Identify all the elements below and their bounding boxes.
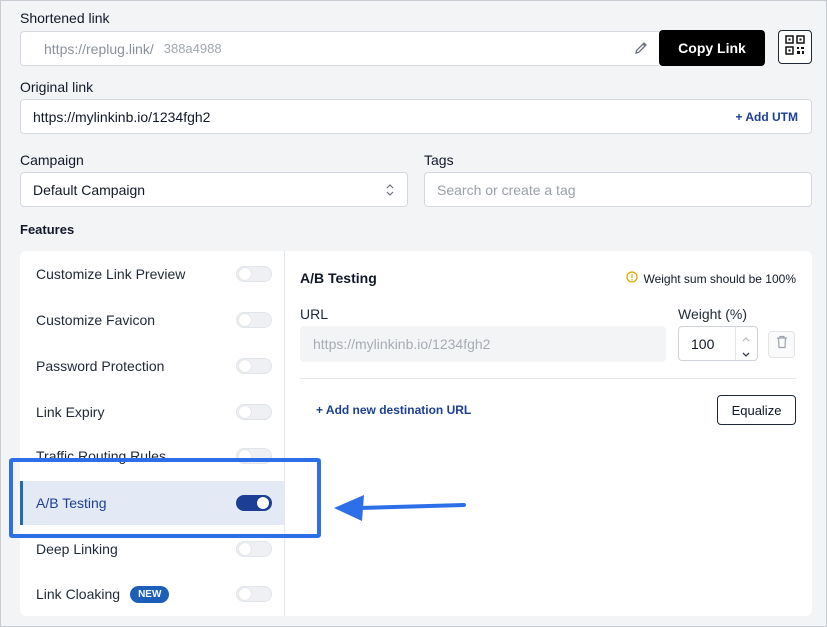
feature-label: Link Cloaking xyxy=(36,586,121,602)
campaign-label: Campaign xyxy=(20,152,84,168)
destination-url-input[interactable]: https://mylinkinb.io/1234fgh2 xyxy=(300,326,666,362)
toggle-switch[interactable] xyxy=(236,586,272,602)
trash-icon xyxy=(775,335,789,354)
toggle-switch[interactable] xyxy=(236,541,272,557)
stepper-down-icon[interactable] xyxy=(741,346,751,364)
original-link-value: https://mylinkinb.io/1234fgh2 xyxy=(33,108,211,125)
add-utm-link[interactable]: + Add UTM xyxy=(735,110,798,124)
warning-text: Weight sum should be 100% xyxy=(643,271,796,286)
features-divider xyxy=(284,251,285,616)
original-link-label: Original link xyxy=(20,79,94,95)
add-destination-link[interactable]: + Add new destination URL xyxy=(316,403,471,417)
shortened-slug[interactable]: 388a4988 xyxy=(164,41,222,56)
tags-label: Tags xyxy=(424,152,454,168)
feature-label: Password Protection xyxy=(36,358,165,374)
ab-divider xyxy=(300,378,796,379)
feature-link-expiry[interactable]: Link Expiry xyxy=(20,391,284,433)
shortened-link-label: Shortened link xyxy=(20,10,110,26)
feature-label: Customize Favicon xyxy=(36,312,156,328)
toggle-switch[interactable] xyxy=(236,404,272,420)
features-heading: Features xyxy=(20,222,75,237)
tags-placeholder: Search or create a tag xyxy=(437,181,576,198)
campaign-select[interactable]: Default Campaign xyxy=(20,172,408,207)
feature-customize-favicon[interactable]: Customize Favicon xyxy=(20,299,284,341)
equalize-button[interactable]: Equalize xyxy=(717,395,796,425)
feature-password-protection[interactable]: Password Protection xyxy=(20,345,284,387)
original-link-input[interactable]: https://mylinkinb.io/1234fgh2 + Add UTM xyxy=(20,99,812,134)
link-settings-panel: Shortened link https://replug.link/ 388a… xyxy=(0,0,827,627)
delete-destination-button[interactable] xyxy=(768,331,795,358)
url-label: URL xyxy=(300,306,329,322)
toggle-switch[interactable] xyxy=(236,358,272,374)
new-badge: NEW xyxy=(130,585,170,603)
qr-code-button[interactable] xyxy=(778,30,812,64)
highlight-box xyxy=(9,458,321,538)
feature-customize-link-preview[interactable]: Customize Link Preview xyxy=(20,253,284,295)
weight-stepper[interactable]: 100 xyxy=(678,326,758,361)
toggle-switch[interactable] xyxy=(236,312,272,328)
edit-pencil-icon[interactable] xyxy=(633,40,649,59)
feature-label: Link Expiry xyxy=(36,404,105,420)
destination-url-placeholder: https://mylinkinb.io/1234fgh2 xyxy=(313,336,491,352)
qr-code-icon xyxy=(785,34,805,60)
ab-testing-title: A/B Testing xyxy=(300,270,377,286)
toggle-switch[interactable] xyxy=(236,266,272,282)
tags-input[interactable]: Search or create a tag xyxy=(424,172,812,207)
feature-label: Customize Link Preview xyxy=(36,266,186,282)
shortened-link-field[interactable]: https://replug.link/ 388a4988 xyxy=(20,31,659,66)
weight-value: 100 xyxy=(691,336,715,352)
copy-link-button[interactable]: Copy Link xyxy=(659,30,765,66)
weight-label: Weight (%) xyxy=(678,306,747,322)
shortened-domain: https://replug.link/ xyxy=(44,40,154,57)
weight-warning: Weight sum should be 100% xyxy=(626,271,796,286)
features-panel: Customize Link Preview Customize Favicon… xyxy=(20,251,812,616)
feature-label: Deep Linking xyxy=(36,541,118,557)
campaign-value: Default Campaign xyxy=(33,181,146,198)
warning-icon xyxy=(626,271,639,286)
feature-link-cloaking[interactable]: Link Cloaking NEW xyxy=(20,573,284,615)
pointer-arrow xyxy=(334,495,466,521)
select-updown-icon xyxy=(385,182,395,201)
